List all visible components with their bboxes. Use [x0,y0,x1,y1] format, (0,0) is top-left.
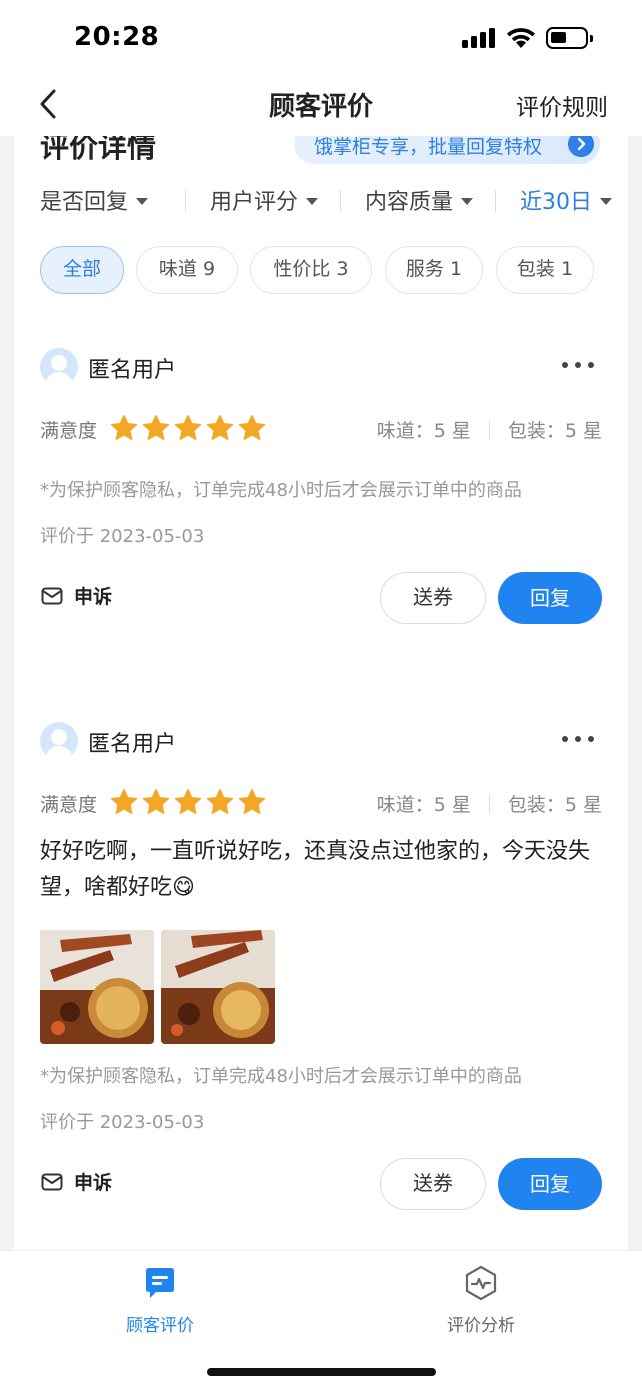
review-rules-link[interactable]: 评价规则 [516,88,608,122]
star-icon [110,414,138,440]
review-photo[interactable] [161,930,275,1044]
chevron-right-icon [568,136,594,157]
batch-reply-promo[interactable]: 饿掌柜专享，批量回复特权 [294,136,600,164]
chip-value[interactable]: 性价比 3 [250,246,372,294]
filter-label: 用户评分 [210,190,299,215]
tab-label: 顾客评价 [126,1316,194,1336]
dimension-ratings: 味道：5 星 包装：5 星 [377,416,602,443]
tab-review-analysis[interactable]: 评价分析 [401,1265,561,1336]
star-rating [110,414,270,444]
filter-row: 是否回复 用户评分 内容质量 近30日 [40,176,612,220]
dimension-ratings: 味道：5 星 包装：5 星 [377,790,602,817]
navbar: 顾客评价 评价规则 [0,72,642,136]
review-date: 评价于 2023-05-03 [40,526,205,547]
reply-button[interactable]: 回复 [498,1158,602,1210]
wifi-icon [507,28,535,48]
tab-customer-reviews[interactable]: 顾客评价 [80,1265,240,1336]
review-card: 匿名用户 满意度 味道：5 星 包装：5 星 好好吃啊，一直听说好吃，还真没点过他… [14,684,628,1250]
star-icon [174,788,202,814]
caret-down-icon [306,198,319,205]
star-icon [206,414,234,440]
scroll-content[interactable]: 评价详情 饿掌柜专享，批量回复特权 是否回复 用户评分 内容质量 近30日 全部 [0,136,642,1250]
filter-reply-status[interactable]: 是否回复 [40,184,149,216]
battery-icon [546,27,593,49]
star-icon [142,414,170,440]
send-coupon-button[interactable]: 送券 [380,1158,486,1210]
divider [495,190,496,212]
reply-button[interactable]: 回复 [498,572,602,624]
filter-user-rating[interactable]: 用户评分 [210,184,319,216]
send-coupon-button[interactable]: 送券 [380,572,486,624]
chip-all[interactable]: 全部 [40,246,124,294]
chip-service[interactable]: 服务 1 [385,246,483,294]
star-icon [110,788,138,814]
caret-down-icon [600,198,612,205]
chip-taste[interactable]: 味道 9 [136,246,238,294]
tag-chip-row: 全部 味道 9 性价比 3 服务 1 包装 1 [40,246,620,296]
cellular-signal-icon [462,28,496,48]
appeal-label: 申诉 [74,1172,113,1194]
avatar [40,348,78,386]
chip-packaging[interactable]: 包装 1 [496,246,594,294]
filter-label: 内容质量 [365,190,454,215]
avatar [40,722,78,760]
mail-icon [41,587,63,605]
more-options-icon[interactable] [562,728,596,748]
filter-label: 近30日 [520,190,592,215]
taste-rating: 味道：5 星 [376,794,471,816]
divider [185,190,186,212]
appeal-label: 申诉 [74,586,113,608]
review-photo[interactable] [40,930,154,1044]
user-name: 匿名用户 [88,358,177,383]
section-title: 评价详情 [40,136,157,164]
satisfaction-label: 满意度 [40,420,98,442]
star-icon [206,788,234,814]
status-bar: 20:28 [0,0,642,72]
taste-rating: 味道：5 星 [376,420,471,442]
star-icon [238,788,266,814]
more-options-icon[interactable] [562,354,596,374]
status-time: 20:28 [74,22,160,52]
privacy-note: *为保护顾客隐私，订单完成48小时后才会展示订单中的商品 [40,1066,522,1087]
privacy-note: *为保护顾客隐私，订单完成48小时后才会展示订单中的商品 [40,480,522,501]
star-icon [174,414,202,440]
review-comment: 好好吃啊，一直听说好吃，还真没点过他家的，今天没失望，啥都好吃😋 [40,839,591,900]
star-rating [110,788,270,818]
filter-label: 是否回复 [40,190,129,215]
analysis-hexagon-icon [465,1265,497,1301]
star-icon [238,414,266,440]
packaging-rating: 包装：5 星 [507,420,602,442]
filter-date-range[interactable]: 近30日 [520,184,612,216]
divider [340,190,341,212]
message-icon [146,1268,174,1298]
caret-down-icon [136,198,149,205]
promo-text: 饿掌柜专享，批量回复特权 [314,136,543,158]
packaging-rating: 包装：5 星 [507,794,602,816]
caret-down-icon [461,198,474,205]
mail-icon [41,1173,63,1191]
review-date: 评价于 2023-05-03 [40,1112,205,1133]
satisfaction-label: 满意度 [40,794,98,816]
filter-content-quality[interactable]: 内容质量 [365,184,474,216]
screen: 20:28 顾客评价 评价规则 评价详情 饿掌柜专享，批量回复特权 是否回复 用… [0,0,642,1389]
user-name: 匿名用户 [88,732,177,757]
star-icon [142,788,170,814]
tab-label: 评价分析 [447,1316,515,1336]
home-indicator [207,1368,436,1376]
